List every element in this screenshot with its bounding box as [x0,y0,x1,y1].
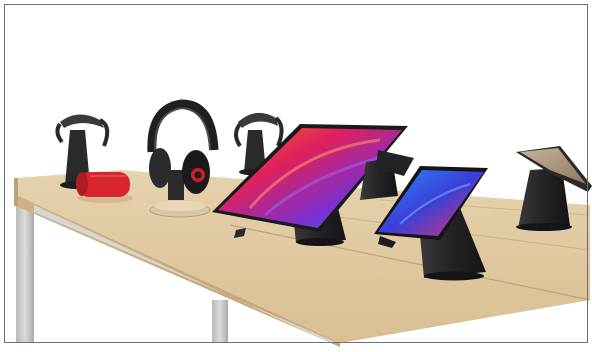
bluetooth-speaker [76,172,133,203]
product-display-photo [0,0,592,347]
